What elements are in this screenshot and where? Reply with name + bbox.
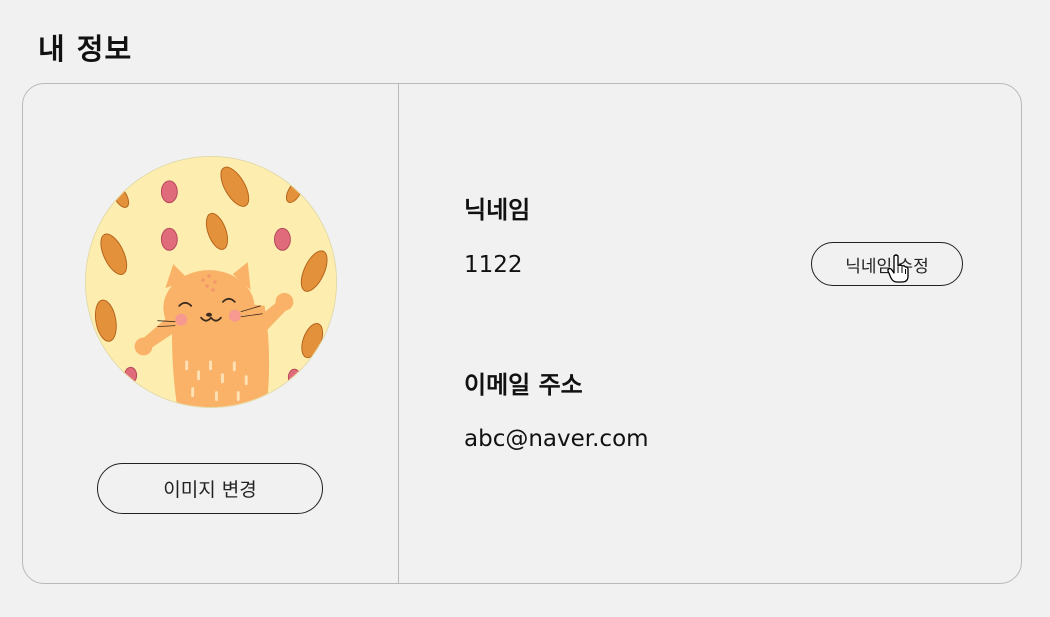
profile-card: 이미지 변경 닉네임 1122 닉네임 수정 이메일 주소 abc@naver.… (22, 83, 1022, 584)
change-image-button[interactable]: 이미지 변경 (97, 463, 323, 514)
cat-illustration-icon (86, 157, 336, 407)
profile-image-panel: 이미지 변경 (23, 84, 399, 583)
email-value: abc@naver.com (464, 426, 649, 452)
avatar (85, 156, 337, 408)
email-label: 이메일 주소 (464, 371, 583, 399)
hand-pointer-cursor-icon (887, 254, 909, 283)
account-info-panel: 닉네임 1122 닉네임 수정 이메일 주소 abc@naver.com (399, 84, 1021, 583)
nickname-value: 1122 (464, 252, 523, 278)
page-title: 내 정보 (38, 32, 133, 66)
nickname-label: 닉네임 (464, 196, 531, 224)
